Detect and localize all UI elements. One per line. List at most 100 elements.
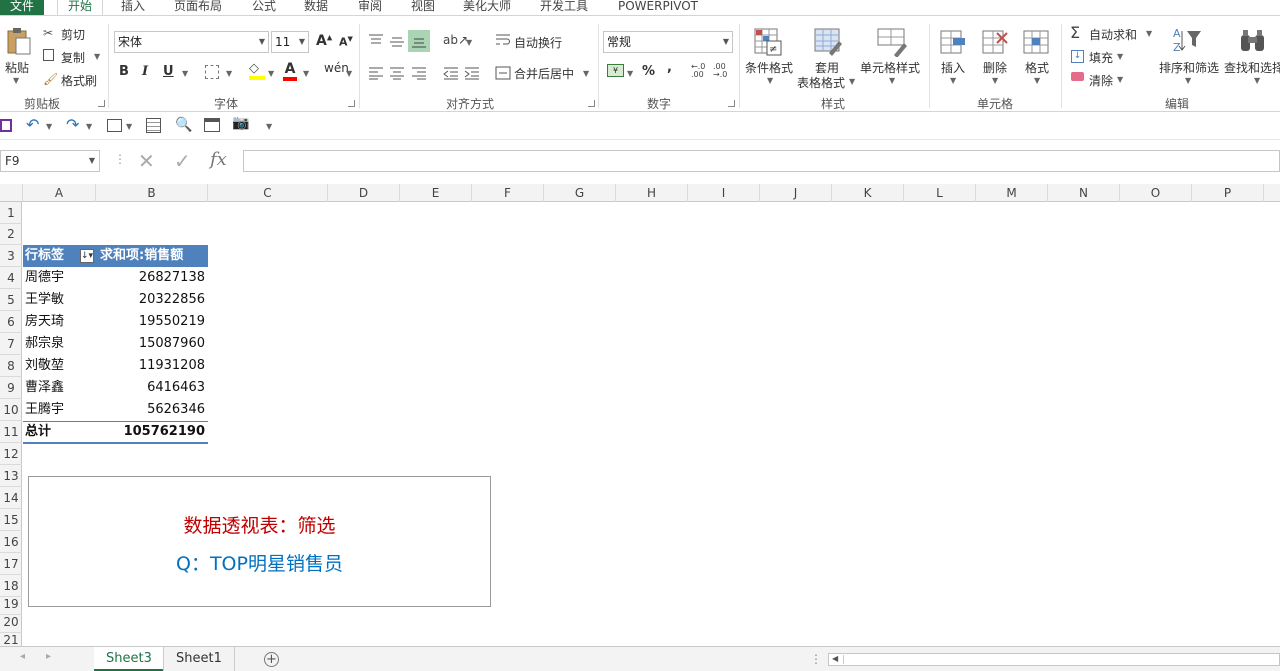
custom-qat-dropdown-icon[interactable]: ▼ <box>126 122 132 131</box>
conditional-dropdown-icon[interactable]: ▼ <box>767 76 773 85</box>
row-header[interactable]: 11 <box>0 421 22 443</box>
row-header[interactable]: 9 <box>0 377 22 399</box>
column-header[interactable]: K <box>832 184 904 202</box>
annotation-textbox[interactable]: 数据透视表：筛选 Q：TOP明星销售员 <box>28 476 491 607</box>
sort-filter-button[interactable]: 排序和筛选 <box>1159 59 1219 76</box>
clipboard-launcher-icon[interactable] <box>98 100 105 107</box>
border-icon[interactable] <box>205 65 219 79</box>
sheet-tab-sheet1[interactable]: Sheet1 <box>163 647 235 671</box>
column-header[interactable]: P <box>1192 184 1264 202</box>
currency-dropdown-icon[interactable]: ▼ <box>627 69 633 78</box>
fill-button[interactable]: 填充 <box>1089 49 1113 66</box>
fill-color-dropdown-icon[interactable]: ▼ <box>268 69 274 78</box>
insert-function-icon[interactable]: fx <box>210 149 227 170</box>
column-header[interactable]: E <box>400 184 472 202</box>
pivot-row-name[interactable]: 周德宇 <box>25 267 64 289</box>
pivot-row-value[interactable]: 15087960 <box>96 333 205 355</box>
filter-dropdown-icon[interactable]: ↓▾ <box>80 249 94 263</box>
column-header[interactable]: L <box>904 184 976 202</box>
font-size-select[interactable]: 11 ▼ <box>271 31 309 53</box>
pivot-row-value[interactable]: 5626346 <box>96 399 205 421</box>
tab-page-layout[interactable]: 页面布局 <box>174 0 222 15</box>
merge-center-button[interactable]: 合并后居中 <box>514 65 574 82</box>
row-header[interactable]: 14 <box>0 487 22 509</box>
row-header[interactable]: 1 <box>0 202 22 224</box>
align-right-icon[interactable] <box>411 66 427 80</box>
tab-formulas[interactable]: 公式 <box>252 0 276 15</box>
cut-button[interactable]: 剪切 <box>61 26 85 43</box>
tab-review[interactable]: 审阅 <box>358 0 382 15</box>
tab-powerpivot[interactable]: POWERPIVOT <box>618 0 698 15</box>
pivot-row-value[interactable]: 11931208 <box>96 355 205 377</box>
form-icon[interactable] <box>146 118 161 133</box>
scroll-right-icon[interactable]: ▸ <box>46 651 51 662</box>
autosum-dropdown-icon[interactable]: ▼ <box>1146 29 1152 38</box>
copy-button[interactable]: 复制 <box>61 49 85 66</box>
orientation-dropdown-icon[interactable]: ▼ <box>466 38 472 47</box>
tab-insert[interactable]: 插入 <box>121 0 145 15</box>
row-header[interactable]: 6 <box>0 311 22 333</box>
tab-splitter-icon[interactable]: ⋮ <box>810 652 822 666</box>
cell-styles-button[interactable]: 单元格样式 <box>860 59 920 76</box>
formula-input[interactable] <box>243 150 1280 172</box>
delete-dropdown-icon[interactable]: ▼ <box>992 76 998 85</box>
row-header[interactable]: 3 <box>0 245 22 267</box>
add-sheet-icon[interactable]: + <box>264 652 279 667</box>
insert-button[interactable]: 插入 <box>941 59 965 76</box>
column-header[interactable]: C <box>208 184 328 202</box>
pivot-row-label-header[interactable]: 行标签 ↓▾ <box>23 245 96 267</box>
insert-dropdown-icon[interactable]: ▼ <box>950 76 956 85</box>
column-header[interactable]: G <box>544 184 616 202</box>
column-header[interactable]: D <box>328 184 400 202</box>
border-dropdown-icon[interactable]: ▼ <box>226 69 232 78</box>
pivot-row-name[interactable]: 房天琦 <box>25 311 64 333</box>
scroll-left-arrow-icon[interactable]: ◀ <box>832 654 838 663</box>
format-as-table-button[interactable]: 表格格式 <box>797 74 845 91</box>
align-bottom-active-bg[interactable] <box>408 30 430 52</box>
autosum-button[interactable]: 自动求和 <box>1089 26 1137 43</box>
row-header[interactable]: 17 <box>0 553 22 575</box>
format-dropdown-icon[interactable]: ▼ <box>1034 76 1040 85</box>
column-header[interactable]: N <box>1048 184 1120 202</box>
pivot-row-value[interactable]: 6416463 <box>96 377 205 399</box>
currency-icon[interactable]: ¥ <box>607 64 624 77</box>
format-painter-button[interactable]: 格式刷 <box>61 72 97 89</box>
format-button[interactable]: 格式 <box>1025 59 1049 76</box>
fill-dropdown-icon[interactable]: ▼ <box>1117 52 1123 61</box>
grow-font-icon[interactable]: A▲ <box>316 33 332 49</box>
fill-color-icon[interactable]: ◇ <box>249 61 265 80</box>
merge-dropdown-icon[interactable]: ▼ <box>583 69 589 78</box>
pivot-row-value[interactable]: 20322856 <box>96 289 205 311</box>
enter-icon[interactable]: ✓ <box>174 149 191 173</box>
row-header[interactable]: 16 <box>0 531 22 553</box>
name-box[interactable]: F9 ▼ <box>0 150 100 172</box>
column-header[interactable]: F <box>472 184 544 202</box>
number-format-select[interactable]: 常规 ▼ <box>603 31 733 53</box>
comma-button[interactable]: , <box>667 60 672 75</box>
clear-dropdown-icon[interactable]: ▼ <box>1117 75 1123 84</box>
tab-developer[interactable]: 开发工具 <box>540 0 588 15</box>
save-icon[interactable] <box>0 119 12 132</box>
pivot-row-name[interactable]: 曹泽鑫 <box>25 377 64 399</box>
scrollbar-thumb[interactable] <box>843 655 1273 664</box>
pivot-row-value[interactable]: 19550219 <box>96 311 205 333</box>
cancel-icon[interactable]: ✕ <box>138 149 155 173</box>
row-header[interactable]: 15 <box>0 509 22 531</box>
pivot-total-value[interactable]: 105762190 <box>96 421 205 443</box>
underline-dropdown-icon[interactable]: ▼ <box>182 69 188 78</box>
pivot-total-label[interactable]: 总计 <box>25 421 51 443</box>
paste-button[interactable]: 粘贴 <box>5 59 29 76</box>
scroll-left-icon[interactable]: ◂ <box>20 651 25 662</box>
paste-icon[interactable] <box>6 26 32 56</box>
column-header[interactable]: J <box>760 184 832 202</box>
row-header[interactable]: 12 <box>0 443 22 465</box>
italic-button[interactable]: I <box>142 64 148 79</box>
row-header[interactable]: 5 <box>0 289 22 311</box>
window-icon[interactable] <box>204 118 220 132</box>
column-header[interactable]: O <box>1120 184 1192 202</box>
wrap-text-button[interactable]: 自动换行 <box>514 34 562 51</box>
tab-home[interactable]: 开始 <box>57 0 104 15</box>
camera-icon[interactable]: 📷 <box>232 115 249 131</box>
row-header[interactable]: 2 <box>0 223 22 245</box>
increase-indent-icon[interactable] <box>464 66 480 80</box>
